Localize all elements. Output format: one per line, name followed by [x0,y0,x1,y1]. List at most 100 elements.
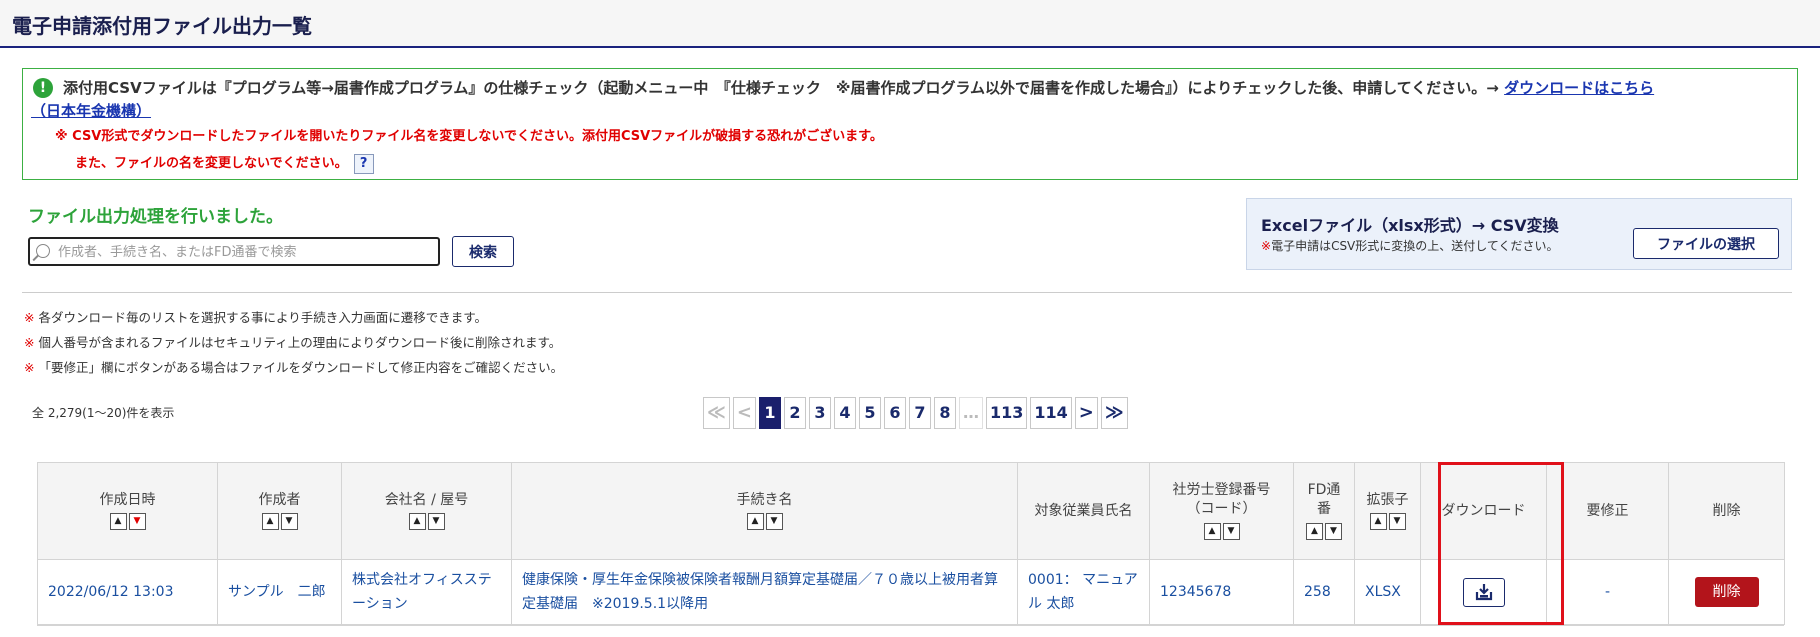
page-button[interactable]: 4 [833,397,856,429]
file-select-button[interactable]: ファイルの選択 [1633,228,1779,259]
notes-list: ※ 各ダウンロード毎のリストを選択する事により手続き入力画面に遷移できます。 ※ 個… [24,308,563,383]
page-title: 電子申請添付用ファイル出力一覧 [12,14,312,38]
sort-asc-icon[interactable]: ▲ [746,513,764,530]
search-button[interactable]: 検索 [452,236,514,267]
page-header: 電子申請添付用ファイル出力一覧 [0,0,1820,48]
cell-fix: - [1546,559,1669,625]
col-ext: 拡張子 ▲ ▼ [1354,462,1421,560]
col-employee: 対象従業員氏名 [1017,462,1150,560]
col-company-label: 会社名 / 屋号 [384,491,469,508]
note-mark: ※ [1261,239,1272,253]
download-button[interactable] [1462,577,1505,607]
delete-button[interactable]: 削除 [1694,577,1759,607]
result-count: 全 2,279(1～20)件を表示 [32,406,175,420]
divider [22,292,1792,293]
note-text: 個人番号が含まれるファイルはセキュリティ上の理由によりダウンロード後に削除されま… [38,335,562,350]
sort-buttons: ▲ ▼ [512,513,1017,532]
sort-asc-icon[interactable]: ▲ [1203,522,1221,540]
help-icon[interactable]: ? [353,153,374,174]
pagination: ≪ < 1 2 3 4 5 6 7 8 … 113 114 > ≫ [703,397,1128,430]
search-input[interactable] [58,242,428,262]
sort-desc-icon[interactable]: ▼ [765,513,783,530]
sort-asc-icon[interactable]: ▲ [1369,513,1387,530]
col-reg-no-sub: （コード） [1186,501,1257,517]
cell-delete: 削除 [1668,559,1785,625]
note-text: 「要修正」欄にボタンがある場合はファイルをダウンロードして修正内容をご確認くださ… [38,360,564,375]
cell-created[interactable]: 2022/06/12 13:03 [37,559,218,625]
first-page-button[interactable]: ≪ [703,397,730,429]
file-list-table: 作成日時 ▲ ▼ 作成者 ▲ ▼ 会社名 / 屋号 ▲ ▼ 手続き名 ▲ ▼ 対象従業員氏名 社… [37,462,1785,625]
col-fd: FD通番 ▲ ▼ [1293,462,1355,560]
sort-asc-icon[interactable]: ▲ [408,513,426,530]
page-button[interactable]: 114 [1030,397,1072,429]
col-created: 作成日時 ▲ ▼ [37,462,218,560]
page-button[interactable]: 1 [758,397,781,429]
col-author-label: 作成者 [258,491,301,508]
sort-buttons: ▲ ▼ [218,513,341,532]
sort-buttons: ▲ ▼ [1150,522,1293,541]
next-page-button[interactable]: > [1074,397,1098,429]
download-icon [1475,583,1492,600]
warning-line-2: また、ファイルの名を変更しないでください。? [75,152,374,174]
search-box [28,237,440,266]
sort-buttons: ▲ ▼ [1355,513,1420,532]
col-reg-no: 社労士登録番号 （コード） ▲ ▼ [1149,462,1294,560]
note-mark: ※ [24,335,35,350]
sort-asc-icon[interactable]: ▲ [109,513,127,530]
col-ext-label: 拡張子 [1366,491,1409,508]
sort-desc-icon[interactable]: ▼ [1388,513,1406,530]
sort-desc-icon[interactable]: ▼ [427,513,445,530]
col-fix: 要修正 [1546,462,1669,560]
warning-text-2: また、ファイルの名を変更しないでください。 [75,156,348,171]
sort-buttons: ▲ ▼ [1294,522,1354,541]
status-message: ファイル出力処理を行いました。 [28,207,283,227]
pension-org-link[interactable]: （日本年金機構） [31,102,151,120]
table-row-partial [37,625,1784,637]
sort-desc-icon[interactable]: ▼ [280,513,298,530]
note-mark: ※ [24,310,35,325]
cell-author[interactable]: サンプル 二郎 [217,559,342,625]
col-author: 作成者 ▲ ▼ [217,462,342,560]
col-procedure: 手続き名 ▲ ▼ [511,462,1018,560]
col-reg-no-label: 社労士登録番号 [1172,482,1271,498]
excel-note-text: 電子申請はCSV形式に変換の上、送付してください。 [1271,239,1559,253]
page-button[interactable]: 6 [883,397,906,429]
cell-ext[interactable]: XLSX [1354,559,1421,625]
download-link[interactable]: ダウンロードはこちら [1504,79,1654,97]
prev-page-button[interactable]: < [732,397,756,429]
cell-reg-no[interactable]: 12345678 [1149,559,1294,625]
search-icon [36,244,50,258]
notice-text: 添付用CSVファイルは『プログラム等→届書作成プログラム』の仕様チェック（起動メ… [63,79,1505,97]
page-button[interactable]: 113 [985,397,1028,429]
cell-employee[interactable]: 0001： マニュアル 太郎 [1017,559,1150,625]
page-button[interactable]: 7 [908,397,931,429]
col-delete: 削除 [1668,462,1785,560]
cell-procedure[interactable]: 健康保険・厚生年金保険被保険者報酬月額算定基礎届／７０歳以上被用者算定基礎届 ※… [511,559,1018,625]
note-mark: ※ [24,360,35,375]
excel-panel-note: ※電子申請はCSV形式に変換の上、送付してください。 [1261,237,1559,254]
col-procedure-label: 手続き名 [736,491,793,508]
page-button[interactable]: 2 [783,397,806,429]
note-item: ※ 「要修正」欄にボタンがある場合はファイルをダウンロードして修正内容をご確認くだ… [24,358,563,383]
sort-asc-icon[interactable]: ▲ [261,513,279,530]
sort-asc-icon[interactable]: ▲ [1306,522,1323,540]
sort-desc-icon[interactable]: ▼ [1325,522,1342,540]
col-fd-sub: 番 [1317,501,1331,517]
cell-fd[interactable]: 258 [1293,559,1355,625]
table-header-row: 作成日時 ▲ ▼ 作成者 ▲ ▼ 会社名 / 屋号 ▲ ▼ 手続き名 ▲ ▼ 対象従業員氏名 社… [37,462,1785,560]
sort-desc-icon[interactable]: ▼ [1222,522,1240,540]
sort-desc-icon[interactable]: ▼ [128,513,146,530]
page-button[interactable]: 5 [858,397,881,429]
note-item: ※ 各ダウンロード毎のリストを選択する事により手続き入力画面に遷移できます。 [24,308,563,333]
page-button[interactable]: 8 [933,397,956,429]
cell-company[interactable]: 株式会社オフィスステーション [341,559,512,625]
page-button[interactable]: 3 [808,397,831,429]
cell-download [1420,559,1547,625]
notice-line: 添付用CSVファイルは『プログラム等→届書作成プログラム』の仕様チェック（起動メ… [63,77,1654,98]
warning-text-1: ※ CSV形式でダウンロードしたファイルを開いたりファイル名を変更しないでくださ… [55,129,883,144]
sort-buttons: ▲ ▼ [38,513,217,532]
col-company: 会社名 / 屋号 ▲ ▼ [341,462,512,560]
table-row[interactable]: 2022/06/12 13:03 サンプル 二郎 株式会社オフィスステーション … [37,559,1785,625]
last-page-button[interactable]: ≫ [1100,397,1128,429]
page-ellipsis: … [958,397,983,429]
